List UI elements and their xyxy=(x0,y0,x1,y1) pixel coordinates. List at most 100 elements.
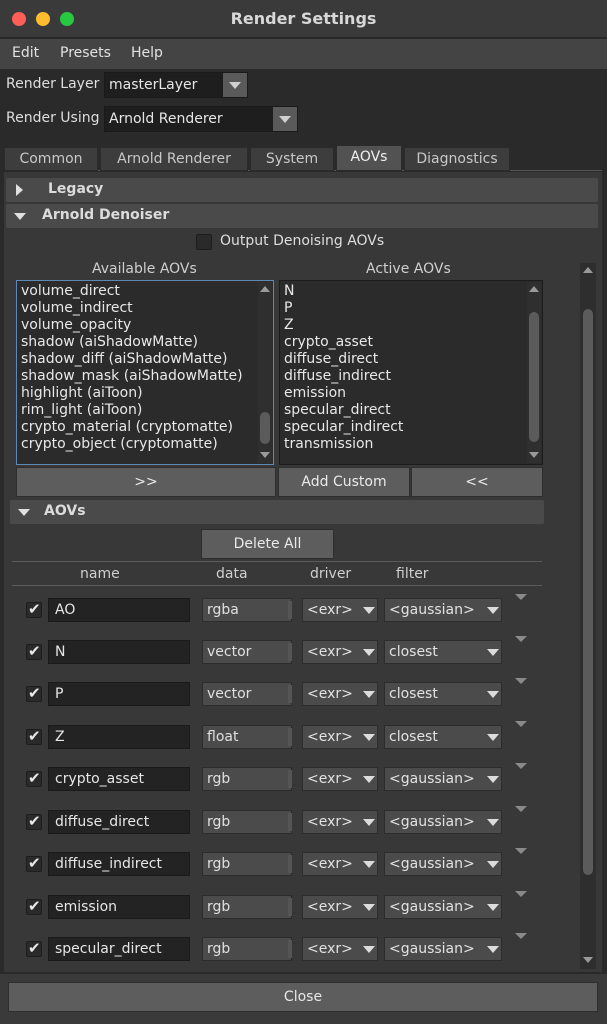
row-options-icon[interactable] xyxy=(515,848,527,854)
aov-name-field[interactable]: P xyxy=(48,682,190,706)
scroll-down-icon[interactable] xyxy=(583,957,593,963)
list-item[interactable]: volume_opacity xyxy=(21,317,131,333)
scroll-thumb[interactable] xyxy=(583,309,593,875)
aov-data-field[interactable]: float xyxy=(202,725,292,749)
menu-help[interactable]: Help xyxy=(131,45,163,61)
main-scrollbar[interactable] xyxy=(580,263,596,969)
aov-driver-dropdown[interactable]: <exr> xyxy=(302,810,378,834)
add-aov-button[interactable]: >> xyxy=(16,467,276,497)
aov-name-field[interactable]: emission xyxy=(48,895,190,919)
denoiser-section-header[interactable]: Arnold Denoiser xyxy=(6,204,598,228)
active-aovs-list[interactable]: N P Z crypto_asset diffuse_direct diffus… xyxy=(279,280,543,465)
aov-data-field[interactable]: rgb xyxy=(202,852,292,876)
delete-all-button[interactable]: Delete All xyxy=(201,529,334,559)
list-item[interactable]: emission xyxy=(284,385,346,401)
legacy-section-header[interactable]: Legacy xyxy=(6,178,598,202)
aov-filter-dropdown[interactable]: closest xyxy=(384,640,502,664)
row-options-icon[interactable] xyxy=(515,806,527,812)
aov-enabled-checkbox[interactable] xyxy=(26,854,42,872)
aov-driver-dropdown[interactable]: <exr> xyxy=(302,852,378,876)
menu-edit[interactable]: Edit xyxy=(12,45,39,61)
tab-system[interactable]: System xyxy=(250,147,334,171)
available-aovs-list[interactable]: volume_direct volume_indirect volume_opa… xyxy=(16,280,274,465)
row-options-icon[interactable] xyxy=(515,636,527,642)
aov-driver-dropdown[interactable]: <exr> xyxy=(302,937,378,961)
list-item[interactable]: diffuse_direct xyxy=(284,351,378,367)
aov-driver-dropdown[interactable]: <exr> xyxy=(302,725,378,749)
aov-data-field[interactable]: rgb xyxy=(202,895,292,919)
scroll-thumb[interactable] xyxy=(260,412,270,444)
add-custom-button[interactable]: Add Custom xyxy=(278,467,410,497)
aov-driver-dropdown[interactable]: <exr> xyxy=(302,640,378,664)
list-item[interactable]: volume_indirect xyxy=(21,300,133,316)
aov-filter-dropdown[interactable]: closest xyxy=(384,725,502,749)
aov-enabled-checkbox[interactable] xyxy=(26,812,42,830)
aov-name-field[interactable]: AO xyxy=(48,598,190,622)
aov-filter-dropdown[interactable]: <gaussian> xyxy=(384,895,502,919)
aov-enabled-checkbox[interactable] xyxy=(26,769,42,787)
list-item[interactable]: shadow_diff (aiShadowMatte) xyxy=(21,351,227,367)
list-item[interactable]: crypto_asset xyxy=(284,334,373,350)
scroll-up-icon[interactable] xyxy=(529,286,539,292)
list-item[interactable]: diffuse_indirect xyxy=(284,368,391,384)
tab-arnold-renderer[interactable]: Arnold Renderer xyxy=(100,147,248,171)
aov-enabled-checkbox[interactable] xyxy=(26,897,42,915)
aov-enabled-checkbox[interactable] xyxy=(26,684,42,702)
list-item[interactable]: highlight (aiToon) xyxy=(21,385,143,401)
aov-name-field[interactable]: N xyxy=(48,640,190,664)
list-item[interactable]: shadow (aiShadowMatte) xyxy=(21,334,198,350)
aov-name-field[interactable]: Z xyxy=(48,725,190,749)
aov-data-field[interactable]: rgb xyxy=(202,937,292,961)
list-item[interactable]: specular_indirect xyxy=(284,419,403,435)
row-options-icon[interactable] xyxy=(515,933,527,939)
scroll-down-icon[interactable] xyxy=(260,452,270,458)
row-options-icon[interactable] xyxy=(515,763,527,769)
aov-filter-dropdown[interactable]: <gaussian> xyxy=(384,810,502,834)
aov-enabled-checkbox[interactable] xyxy=(26,600,42,618)
aov-enabled-checkbox[interactable] xyxy=(26,642,42,660)
output-denoising-checkbox[interactable] xyxy=(196,234,212,250)
aovs-section-header[interactable]: AOVs xyxy=(10,500,544,524)
aov-filter-dropdown[interactable]: <gaussian> xyxy=(384,852,502,876)
list-item[interactable]: shadow_mask (aiShadowMatte) xyxy=(21,368,243,384)
row-options-icon[interactable] xyxy=(515,721,527,727)
aov-filter-dropdown[interactable]: <gaussian> xyxy=(384,937,502,961)
list-item[interactable]: N xyxy=(284,283,294,299)
render-using-dropdown[interactable]: Arnold Renderer xyxy=(104,106,298,132)
list-item[interactable]: volume_direct xyxy=(21,283,120,299)
aov-data-field[interactable]: rgb xyxy=(202,810,292,834)
aov-name-field[interactable]: specular_direct xyxy=(48,937,190,961)
aov-data-field[interactable]: rgba xyxy=(202,598,292,622)
aov-enabled-checkbox[interactable] xyxy=(26,727,42,745)
aov-data-field[interactable]: vector xyxy=(202,682,292,706)
scroll-up-icon[interactable] xyxy=(583,267,593,273)
menu-presets[interactable]: Presets xyxy=(60,45,111,61)
list-item[interactable]: Z xyxy=(284,317,294,333)
row-options-icon[interactable] xyxy=(515,594,527,600)
tab-aovs[interactable]: AOVs xyxy=(336,145,402,171)
aov-enabled-checkbox[interactable] xyxy=(26,939,42,957)
active-list-scrollbar[interactable] xyxy=(527,282,541,463)
scroll-down-icon[interactable] xyxy=(529,452,539,458)
scroll-thumb[interactable] xyxy=(529,312,539,442)
aov-filter-dropdown[interactable]: <gaussian> xyxy=(384,767,502,791)
aov-driver-dropdown[interactable]: <exr> xyxy=(302,895,378,919)
remove-aov-button[interactable]: << xyxy=(411,467,543,497)
row-options-icon[interactable] xyxy=(515,891,527,897)
aov-driver-dropdown[interactable]: <exr> xyxy=(302,598,378,622)
aov-name-field[interactable]: diffuse_indirect xyxy=(48,852,190,876)
aov-driver-dropdown[interactable]: <exr> xyxy=(302,682,378,706)
aov-name-field[interactable]: crypto_asset xyxy=(48,767,190,791)
aov-name-field[interactable]: diffuse_direct xyxy=(48,810,190,834)
tab-common[interactable]: Common xyxy=(4,147,98,171)
close-button[interactable]: Close xyxy=(8,982,598,1012)
render-layer-dropdown[interactable]: masterLayer xyxy=(104,72,248,98)
aov-filter-dropdown[interactable]: <gaussian> xyxy=(384,598,502,622)
list-item[interactable]: P xyxy=(284,300,292,316)
row-options-icon[interactable] xyxy=(515,678,527,684)
list-item[interactable]: rim_light (aiToon) xyxy=(21,402,142,418)
aov-data-field[interactable]: vector xyxy=(202,640,292,664)
aov-data-field[interactable]: rgb xyxy=(202,767,292,791)
aov-filter-dropdown[interactable]: closest xyxy=(384,682,502,706)
list-item[interactable]: specular_direct xyxy=(284,402,391,418)
